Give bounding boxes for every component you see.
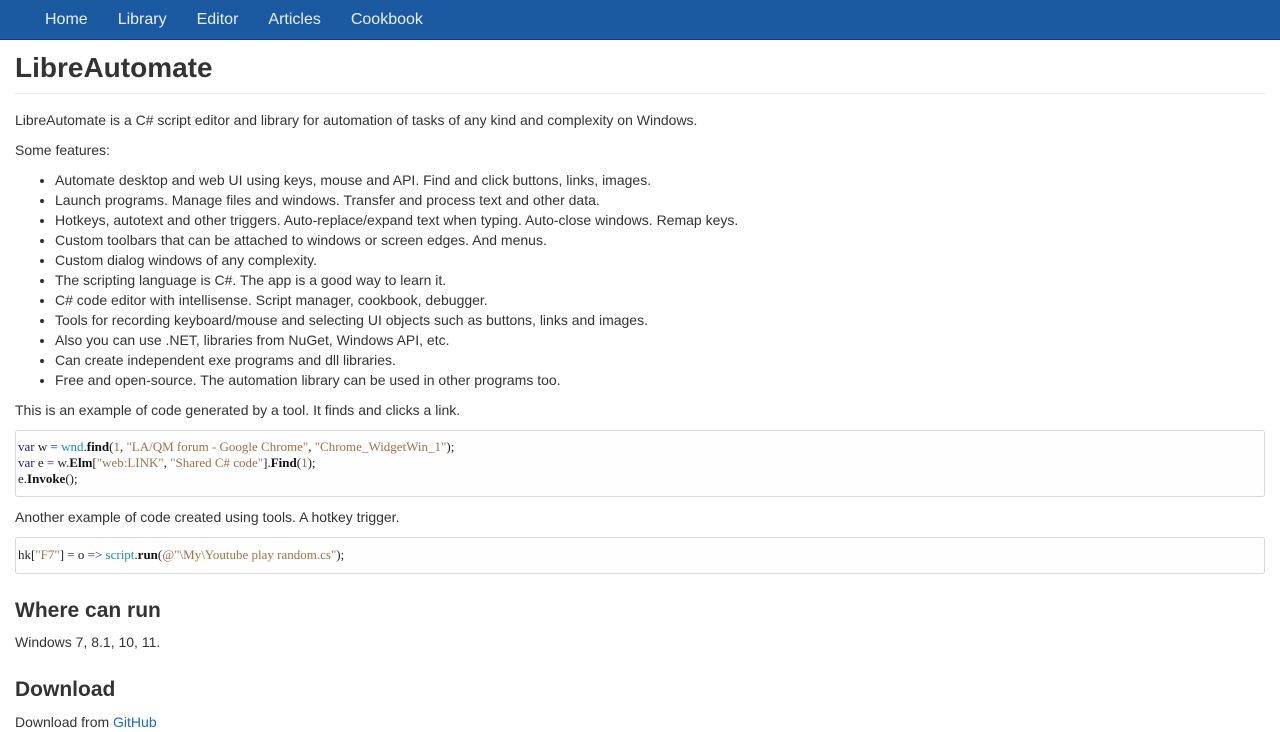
- code-block-example1: var w = wnd.find(1, "LA/QM forum - Googl…: [15, 430, 1265, 497]
- feature-item: Custom toolbars that can be attached to …: [55, 230, 1265, 250]
- download-text: Download from GitHub: [15, 712, 1265, 732]
- feature-item: Launch programs. Manage files and window…: [55, 190, 1265, 210]
- features-list: Automate desktop and web UI using keys, …: [15, 170, 1265, 390]
- code-block-example2: hk["F7"] = o => script.run(@"\My\Youtube…: [15, 537, 1265, 574]
- example2-text: Another example of code created using to…: [15, 509, 400, 525]
- feature-item: Can create independent exe programs and …: [55, 350, 1265, 370]
- feature-item: Automate desktop and web UI using keys, …: [55, 170, 1265, 190]
- download-prefix: Download from: [15, 714, 114, 730]
- features-heading: Some features:: [15, 142, 110, 158]
- nav-cookbook[interactable]: Cookbook: [336, 0, 438, 40]
- feature-item: The scripting language is C#. The app is…: [55, 270, 1265, 290]
- nav-editor[interactable]: Editor: [182, 0, 254, 40]
- feature-item: C# code editor with intellisense. Script…: [55, 290, 1265, 310]
- page-title: LibreAutomate: [15, 52, 1265, 94]
- example1-text: This is an example of code generated by …: [15, 402, 461, 418]
- code-line-1: var w = wnd.find(1, "LA/QM forum - Googl…: [18, 439, 455, 454]
- main-content: LibreAutomate LibreAutomate is a C# scri…: [15, 40, 1265, 732]
- feature-item: Free and open-source. The automation lib…: [55, 370, 1265, 390]
- code-line-2: var e = w.Elm["web:LINK", "Shared C# cod…: [18, 455, 316, 470]
- feature-item: Custom dialog windows of any complexity.: [55, 250, 1265, 270]
- code-line-hotkey: hk["F7"] = o => script.run(@"\My\Youtube…: [18, 547, 345, 562]
- nav-list: Home Library Editor Articles Cookbook: [0, 0, 1280, 40]
- feature-item: Also you can use .NET, libraries from Nu…: [55, 330, 1265, 350]
- feature-item: Tools for recording keyboard/mouse and s…: [55, 310, 1265, 330]
- nav-articles[interactable]: Articles: [253, 0, 335, 40]
- feature-item: Hotkeys, autotext and other triggers. Au…: [55, 210, 1265, 230]
- intro-text: LibreAutomate is a C# script editor and …: [15, 112, 698, 128]
- where-can-run-heading: Where can run: [15, 599, 161, 622]
- code-line-3: e.Invoke();: [18, 471, 78, 486]
- top-navbar: Home Library Editor Articles Cookbook: [0, 0, 1280, 40]
- where-can-run-text: Windows 7, 8.1, 10, 11.: [15, 634, 161, 650]
- nav-home[interactable]: Home: [30, 0, 103, 40]
- download-heading: Download: [15, 678, 116, 701]
- github-link[interactable]: GitHub: [113, 714, 157, 730]
- nav-library[interactable]: Library: [103, 0, 182, 40]
